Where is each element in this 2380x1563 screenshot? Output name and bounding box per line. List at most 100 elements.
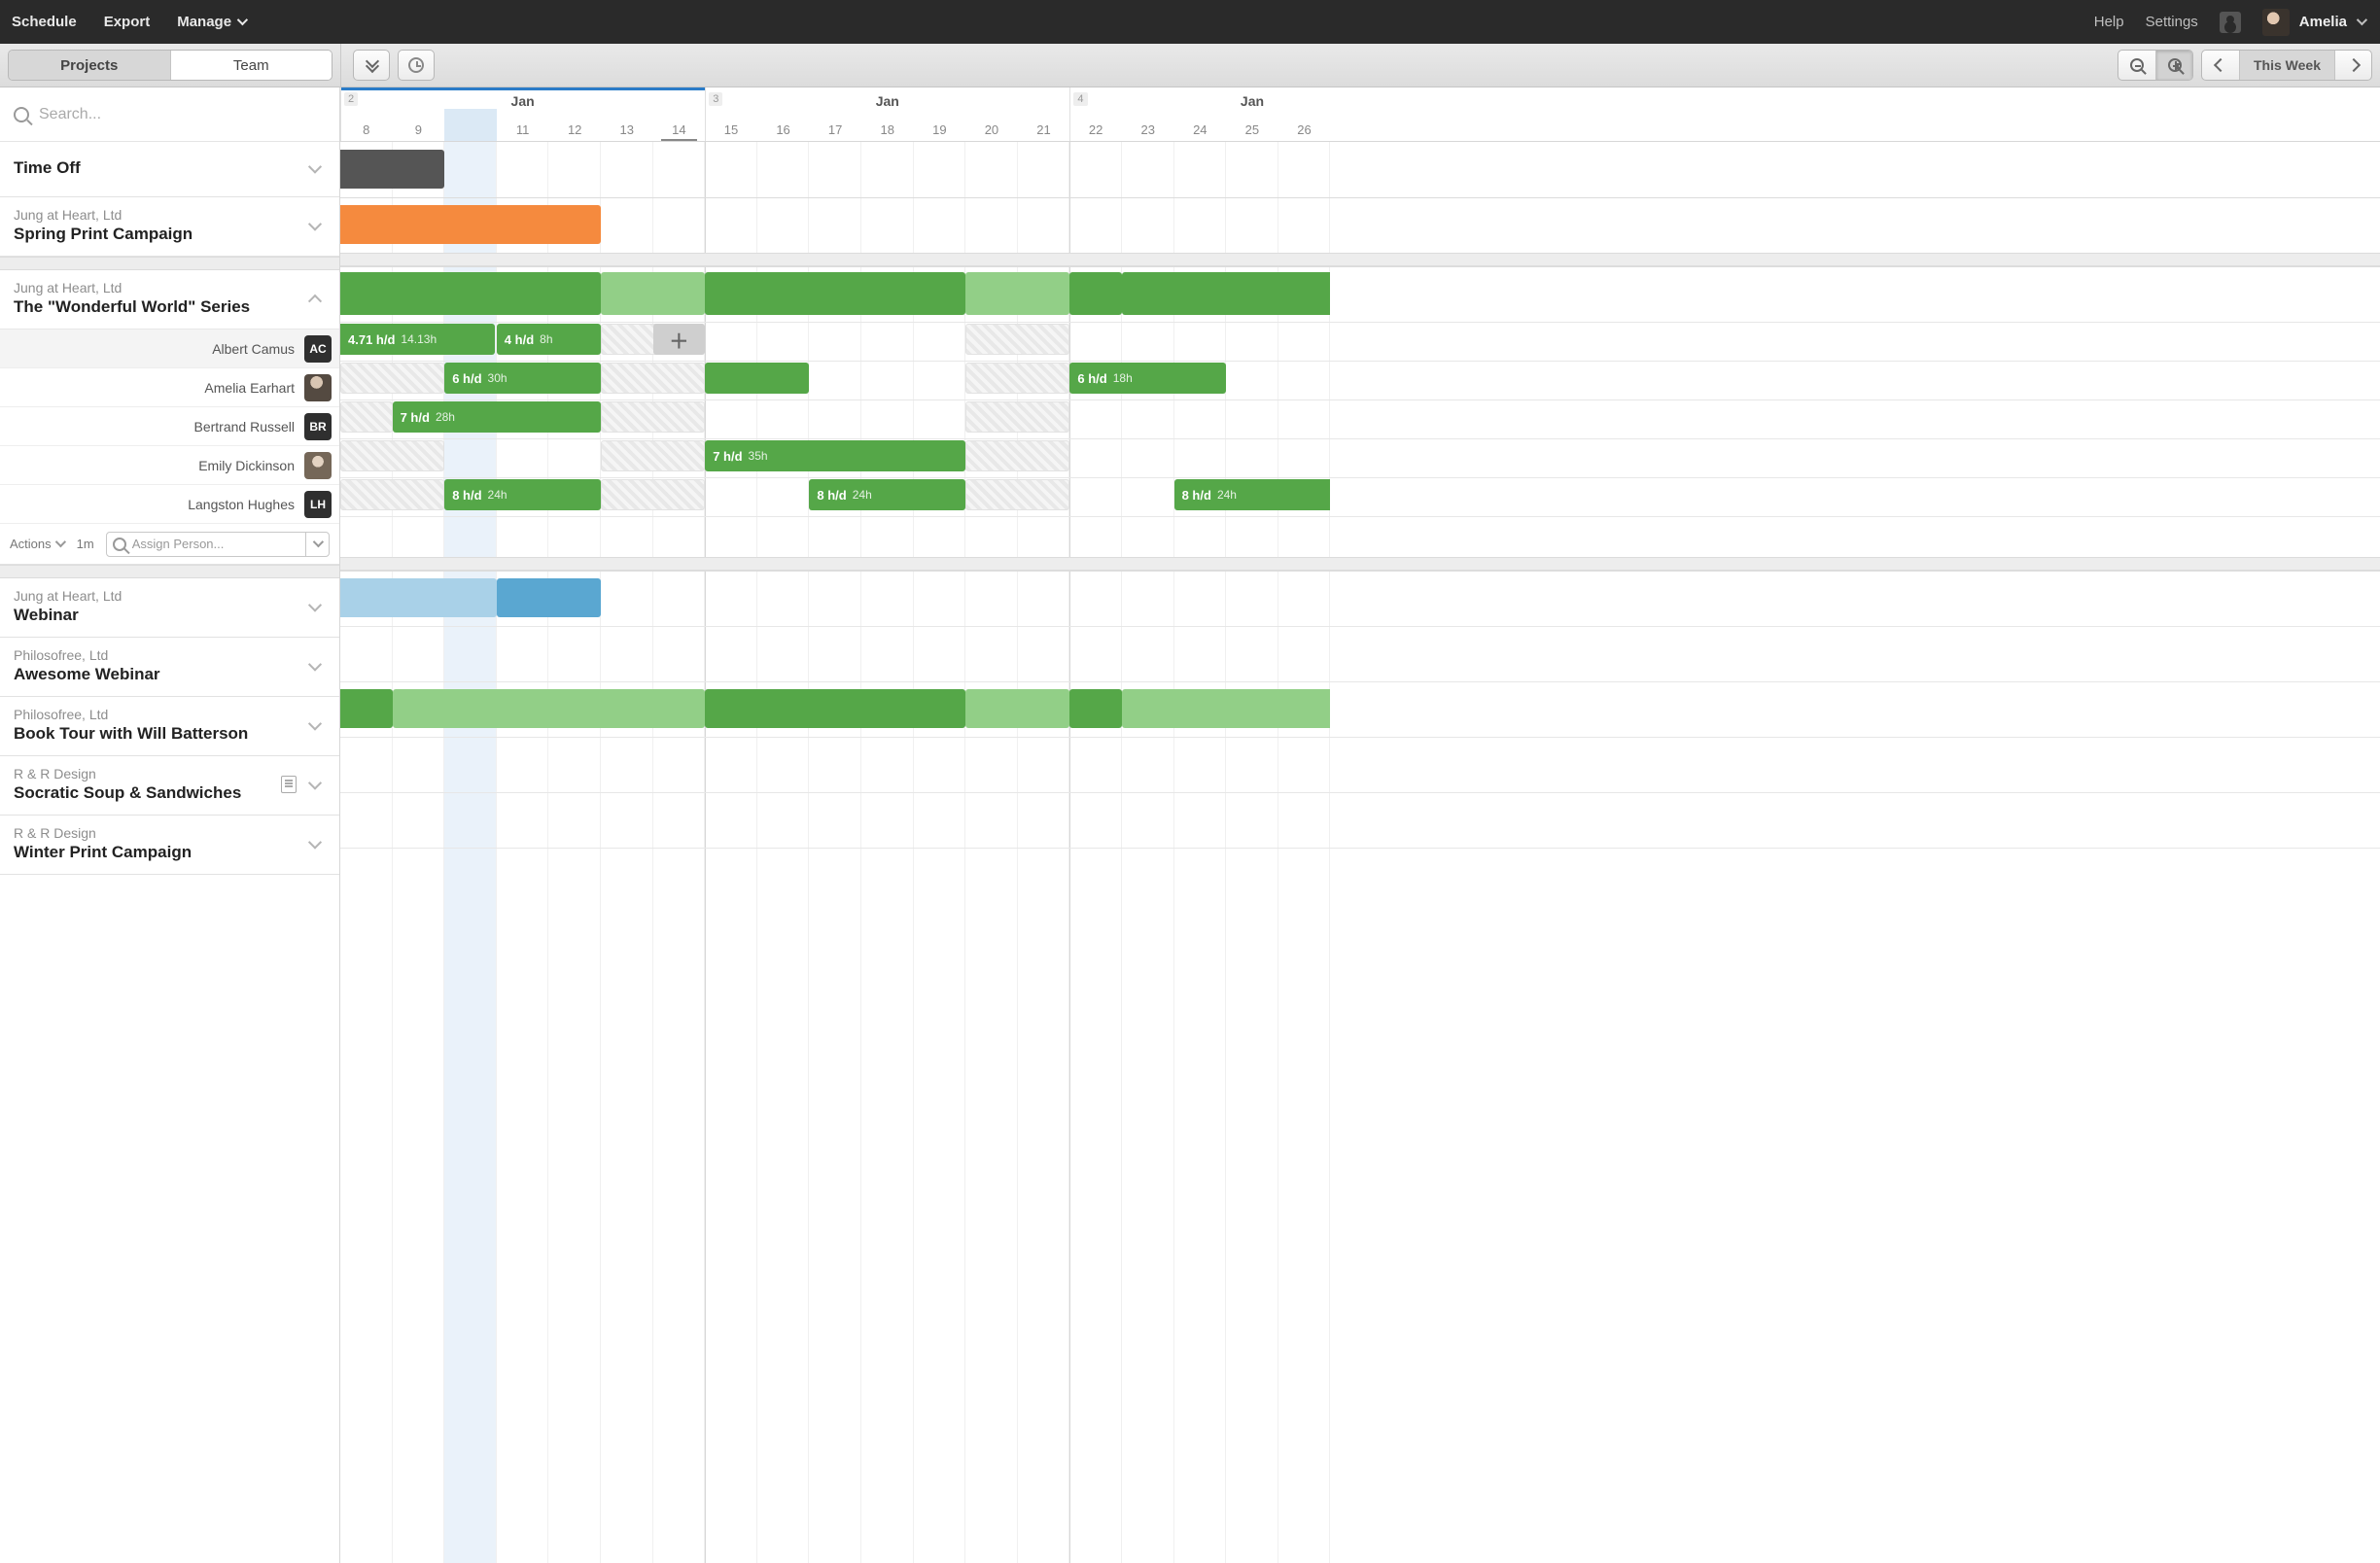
main-area: Time Off Jung at Heart, Ltd Spring Print… (0, 87, 2380, 1563)
user-icon[interactable] (2220, 12, 2241, 33)
project-bar[interactable] (393, 689, 706, 728)
unavailable-hatch (965, 363, 1069, 394)
project-bar[interactable] (601, 272, 705, 315)
person-name: Bertrand Russell (194, 419, 296, 434)
project-bar[interactable] (340, 689, 393, 728)
topbar: Schedule Export Manage Help Settings Ame… (0, 0, 2380, 44)
timeline-body[interactable]: 4.71 h/d14.13h4 h/d8h ＋ 6 h/d30h 6 h/d18h 7 … (340, 142, 2380, 1563)
nav-help[interactable]: Help (2094, 14, 2124, 30)
prev-week-button[interactable] (2202, 51, 2239, 80)
project-bar[interactable] (965, 272, 1069, 315)
project-bar[interactable] (340, 272, 601, 315)
person-row[interactable]: Bertrand Russell BR (0, 407, 339, 446)
day-label: 11 (497, 122, 549, 137)
project-bar[interactable] (340, 578, 497, 617)
chevron-down-icon[interactable] (304, 714, 326, 736)
double-chevron-down-icon (366, 59, 377, 71)
person-avatar (304, 452, 332, 479)
allocation-bar[interactable]: 6 h/d30h (444, 363, 601, 394)
row-client: R & R Design (14, 766, 281, 782)
assign-input[interactable] (132, 537, 305, 551)
sidebar-body: Time Off Jung at Heart, Ltd Spring Print… (0, 142, 339, 1563)
chevron-right-icon (2349, 60, 2359, 70)
chevron-left-icon (2216, 60, 2225, 70)
project-bar[interactable] (965, 689, 1069, 728)
allocation-bar[interactable]: 4.71 h/d14.13h (340, 324, 495, 355)
chevron-down-icon[interactable] (304, 774, 326, 795)
person-avatar (304, 374, 332, 401)
chevron-down-icon[interactable] (304, 655, 326, 677)
timeline-header: 8910111213141516171819202122232425262Jan… (340, 87, 2380, 142)
seg-team[interactable]: Team (170, 51, 332, 80)
month-label: Jan (340, 93, 705, 109)
person-row[interactable]: Albert Camus AC (0, 330, 339, 368)
allocation-bar[interactable]: 8 h/d24h (809, 479, 965, 510)
zoom-in-button[interactable] (2155, 51, 2192, 80)
user-menu[interactable]: Amelia (2262, 9, 2366, 36)
allocation-bar[interactable]: 8 h/d24h (444, 479, 601, 510)
nav-export[interactable]: Export (104, 14, 151, 30)
allocation-bar[interactable]: 7 h/d35h (705, 440, 965, 471)
person-name: Albert Camus (212, 341, 295, 357)
chevron-down-icon (55, 539, 65, 549)
actions-duration: 1m (77, 537, 94, 551)
chevron-down-icon[interactable] (304, 157, 326, 179)
expand-all-button[interactable] (353, 50, 390, 81)
sidebar: Time Off Jung at Heart, Ltd Spring Print… (0, 87, 340, 1563)
row-awesome[interactable]: Philosofree, Ltd Awesome Webinar (0, 638, 339, 697)
chevron-down-icon[interactable] (304, 215, 326, 236)
person-row[interactable]: Langston Hughes LH (0, 485, 339, 524)
day-label: 16 (757, 122, 810, 137)
nav-schedule[interactable]: Schedule (12, 14, 77, 30)
person-badge: AC (304, 335, 332, 363)
row-booktour[interactable]: Philosofree, Ltd Book Tour with Will Bat… (0, 697, 339, 756)
day-label: 8 (340, 122, 393, 137)
row-time-off[interactable]: Time Off (0, 142, 339, 197)
allocation-bar[interactable]: 6 h/d18h (1069, 363, 1226, 394)
clock-button[interactable] (398, 50, 435, 81)
day-label: 17 (809, 122, 861, 137)
project-bar[interactable] (497, 578, 601, 617)
seg-projects[interactable]: Projects (9, 51, 170, 80)
zoom-out-icon (2130, 58, 2144, 72)
chevron-up-icon[interactable] (304, 288, 326, 309)
project-bar[interactable] (1122, 272, 1330, 315)
chevron-down-icon[interactable] (304, 596, 326, 617)
assign-dropdown-button[interactable] (305, 533, 329, 556)
project-bar[interactable] (705, 272, 965, 315)
allocation-bar[interactable]: 4 h/d8h (497, 324, 601, 355)
unavailable-hatch (601, 363, 705, 394)
project-bar[interactable] (1069, 689, 1122, 728)
project-bar[interactable] (705, 689, 965, 728)
row-winter[interactable]: R & R Design Winter Print Campaign (0, 816, 339, 875)
nav-settings[interactable]: Settings (2146, 14, 2198, 30)
search-input[interactable] (39, 106, 326, 123)
person-row[interactable]: Emily Dickinson (0, 446, 339, 485)
zoom-group (2118, 50, 2193, 81)
month-label: Jan (705, 93, 1069, 109)
this-week-button[interactable]: This Week (2239, 51, 2334, 80)
nav-manage[interactable]: Manage (177, 14, 247, 30)
row-spring[interactable]: Jung at Heart, Ltd Spring Print Campaign (0, 197, 339, 257)
row-name: Spring Print Campaign (14, 225, 304, 244)
month-label: Jan (1069, 93, 1434, 109)
allocation-bar[interactable] (705, 363, 809, 394)
project-bar[interactable] (1122, 689, 1330, 728)
row-socratic[interactable]: R & R Design Socratic Soup & Sandwiches (0, 756, 339, 816)
person-row[interactable]: Amelia Earhart (0, 368, 339, 407)
add-allocation-button[interactable]: ＋ (653, 324, 706, 355)
actions-dropdown[interactable]: Actions (10, 537, 65, 551)
zoom-out-button[interactable] (2118, 51, 2155, 80)
project-bar[interactable] (1069, 272, 1122, 315)
divider (340, 44, 341, 87)
row-name: The "Wonderful World" Series (14, 297, 304, 317)
row-wonderful[interactable]: Jung at Heart, Ltd The "Wonderful World"… (0, 270, 339, 330)
time-off-bar[interactable] (340, 150, 444, 189)
allocation-bar[interactable]: 7 h/d28h (393, 401, 601, 433)
person-badge: LH (304, 491, 332, 518)
allocation-bar[interactable]: 8 h/d24h (1174, 479, 1331, 510)
next-week-button[interactable] (2334, 51, 2371, 80)
chevron-down-icon[interactable] (304, 833, 326, 854)
row-webinar[interactable]: Jung at Heart, Ltd Webinar (0, 578, 339, 638)
project-bar[interactable] (340, 205, 601, 244)
